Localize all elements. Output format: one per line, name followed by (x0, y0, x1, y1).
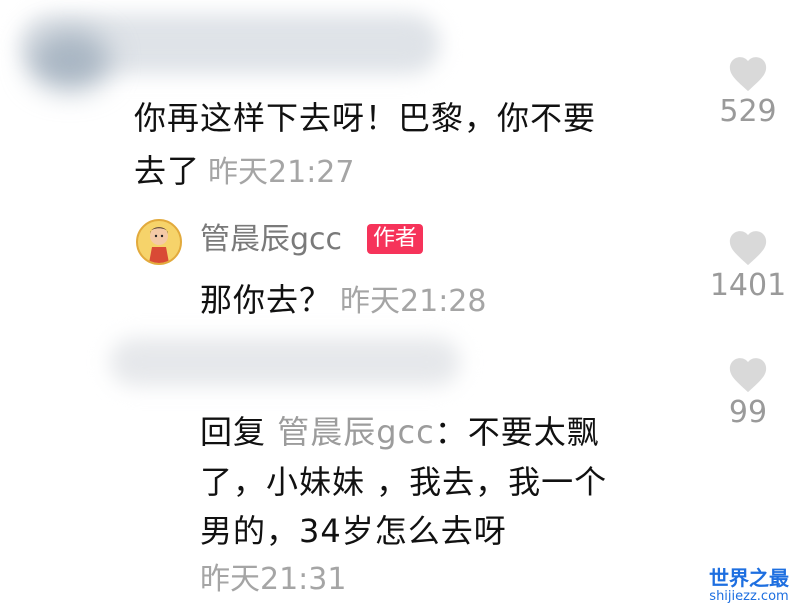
comment-text-line: 你再这样下去呀！巴黎，你不要 (134, 99, 597, 137)
comment-text: 回复 管晨辰gcc：不要太飘 (200, 409, 600, 455)
comment-text: 了，小妹妹 ，我去，我一个 (200, 459, 607, 505)
user-avatar[interactable] (136, 219, 182, 265)
comment-text-line: 去了 (134, 152, 201, 190)
comment-timestamp: 昨天21:28 (340, 284, 487, 319)
heart-icon (729, 358, 767, 393)
comment-text: 你再这样下去呀！巴黎，你不要 (134, 95, 596, 141)
heart-icon (729, 57, 767, 92)
watermark-url: shijiezz.com (709, 589, 789, 604)
author-badge: 作者 (367, 224, 424, 254)
like-count: 529 (719, 94, 777, 129)
comment-text: 去了 昨天21:27 (134, 148, 354, 196)
comment-time-row: 昨天21:31 (192, 555, 346, 603)
comment-text-line: 那你去？ (200, 281, 333, 319)
comment-text-line: 男的，34岁怎么去呀 (200, 512, 507, 550)
comment-timestamp: 昨天21:31 (200, 562, 347, 597)
heart-icon (729, 231, 767, 266)
comment-timestamp: 昨天21:27 (208, 155, 355, 190)
like-button[interactable]: 99 (703, 355, 793, 433)
like-button[interactable]: 1401 (703, 228, 793, 306)
comment-text: 男的，34岁怎么去呀 (200, 508, 507, 554)
comment-text-line: 了，小妹妹 ，我去，我一个 (200, 463, 608, 501)
reply-prefix: 回复 (200, 413, 278, 451)
comment-text: 那你去？ 昨天21:28 (200, 277, 486, 325)
like-count: 99 (728, 395, 768, 430)
comment-text-line: ：不要太飘 (434, 413, 600, 451)
blurred-avatar (30, 30, 110, 90)
site-watermark: 世界之最 shijiezz.com (700, 567, 798, 605)
blurred-username (110, 338, 460, 386)
watermark-title: 世界之最 (709, 566, 789, 590)
reply-to-username[interactable]: 管晨辰gcc (277, 413, 435, 451)
like-button[interactable]: 529 (703, 54, 793, 132)
author-name[interactable]: 管晨辰gcc (200, 218, 342, 262)
like-count: 1401 (709, 268, 787, 303)
avatar-cartoon-icon (149, 227, 169, 263)
